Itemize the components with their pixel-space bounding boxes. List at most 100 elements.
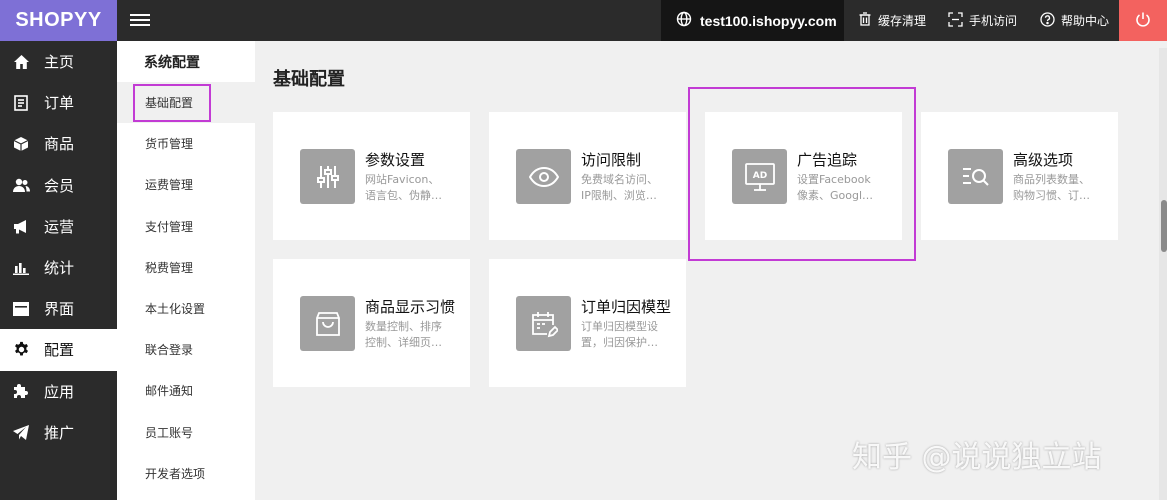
subnav-item-localization[interactable]: 本土化设置 <box>117 288 255 329</box>
card-desc-line: IP限制、浏览… <box>581 189 657 202</box>
card-desc-line: 置，归因保护… <box>581 336 658 349</box>
card-advanced-options[interactable]: 高级选项 商品列表数量、 购物习惯、订… <box>921 112 1118 240</box>
card-desc-line: 像素、Googl… <box>797 189 874 202</box>
nav-item-statistics[interactable]: 统计 <box>0 247 117 288</box>
card-desc-line: 购物习惯、订… <box>1013 189 1090 202</box>
globe-icon <box>676 11 692 30</box>
nav-item-settings[interactable]: 配置 <box>0 329 117 371</box>
layout-icon <box>12 300 30 318</box>
card-title: 商品显示习惯 <box>365 298 456 316</box>
nav-item-interface[interactable]: 界面 <box>0 288 117 329</box>
bar-chart-icon <box>12 259 30 277</box>
card-desc: 免费域名访问、 IP限制、浏览… <box>581 172 681 204</box>
eye-icon <box>516 149 571 204</box>
mobile-visit-label: 手机访问 <box>969 14 1018 28</box>
puzzle-icon <box>12 382 30 400</box>
card-desc-line: 网站Favicon、 <box>365 173 440 186</box>
card-access-restriction[interactable]: 访问限制 免费域名访问、 IP限制、浏览… <box>489 112 686 240</box>
order-icon <box>12 94 30 112</box>
clear-cache-label: 缓存清理 <box>878 14 927 28</box>
nav-item-members[interactable]: 会员 <box>0 165 117 206</box>
card-title: 高级选项 <box>1013 151 1074 169</box>
store-domain-link[interactable]: test100.ishopyy.com <box>661 0 844 41</box>
mobile-visit-link[interactable]: 手机访问 <box>948 0 1017 41</box>
card-order-attribution[interactable]: 订单归因模型 订单归因模型设 置，归因保护… <box>489 259 686 387</box>
box-icon <box>12 135 30 153</box>
card-desc: 网站Favicon、 语言包、伪静… <box>365 172 465 204</box>
subnav-item-social-login[interactable]: 联合登录 <box>117 329 255 370</box>
card-desc: 订单归因模型设 置，归因保护… <box>581 319 681 351</box>
card-desc-line: 数量控制、排序 <box>365 320 442 333</box>
card-parameter-settings[interactable]: 参数设置 网站Favicon、 语言包、伪静… <box>273 112 470 240</box>
main-nav: 主页 订单 商品 会员 运营 统计 界面 配置 应用 推广 <box>0 41 117 500</box>
trash-icon <box>858 12 872 29</box>
card-desc-line: 语言包、伪静… <box>365 189 442 202</box>
sub-nav: 系统配置 基础配置 货币管理 运费管理 支付管理 税费管理 本土化设置 联合登录… <box>117 41 255 500</box>
subnav-item-email[interactable]: 邮件通知 <box>117 370 255 411</box>
logout-button[interactable] <box>1119 0 1167 41</box>
scrollbar-thumb[interactable] <box>1161 200 1167 252</box>
users-icon <box>12 176 30 194</box>
nav-label: 商品 <box>44 135 75 154</box>
bag-icon <box>300 296 355 351</box>
nav-label: 配置 <box>44 341 75 360</box>
nav-label: 会员 <box>44 176 75 195</box>
subnav-item-shipping[interactable]: 运费管理 <box>117 164 255 205</box>
card-desc: 数量控制、排序 控制、详细页… <box>365 319 465 351</box>
nav-label: 应用 <box>44 382 75 401</box>
help-center-label: 帮助中心 <box>1061 14 1110 28</box>
subnav-item-payment[interactable]: 支付管理 <box>117 206 255 247</box>
nav-item-orders[interactable]: 订单 <box>0 82 117 123</box>
scrollbar-track[interactable] <box>1159 48 1167 500</box>
nav-label: 主页 <box>44 53 75 72</box>
card-title: 广告追踪 <box>797 151 858 169</box>
card-desc: 设置Facebook 像素、Googl… <box>797 172 897 204</box>
card-desc: 商品列表数量、 购物习惯、订… <box>1013 172 1113 204</box>
card-desc-line: 设置Facebook <box>797 173 871 186</box>
card-desc-line: 订单归因模型设 <box>581 320 658 333</box>
menu-toggle-icon[interactable] <box>130 11 150 31</box>
page-title: 基础配置 <box>273 69 345 90</box>
ad-icon: AD <box>732 149 787 204</box>
nav-label: 订单 <box>44 94 75 113</box>
nav-item-apps[interactable]: 应用 <box>0 371 117 412</box>
card-desc-line: 免费域名访问、 <box>581 173 658 186</box>
nav-label: 运营 <box>44 217 75 236</box>
clear-cache-link[interactable]: 缓存清理 <box>858 0 926 41</box>
top-bar: SHOPYY test100.ishopyy.com 缓存清理 手机访问 帮助中… <box>0 0 1167 41</box>
subnav-item-basic-config[interactable]: 基础配置 <box>117 82 255 124</box>
help-center-link[interactable]: 帮助中心 <box>1040 0 1109 41</box>
gear-icon <box>12 341 30 359</box>
nav-label: 界面 <box>44 300 75 319</box>
home-icon <box>12 53 30 71</box>
nav-item-home[interactable]: 主页 <box>0 41 117 82</box>
search-list-icon <box>948 149 1003 204</box>
power-icon <box>1135 11 1151 31</box>
sliders-icon <box>300 149 355 204</box>
watermark: 知乎 @说说独立站 <box>852 440 1102 475</box>
send-icon <box>12 423 30 441</box>
subnav-item-currency[interactable]: 货币管理 <box>117 123 255 164</box>
subnav-item-staff[interactable]: 员工账号 <box>117 412 255 453</box>
card-desc-line: 控制、详细页… <box>365 336 442 349</box>
nav-label: 统计 <box>44 259 75 278</box>
megaphone-icon <box>12 217 30 235</box>
mobile-icon <box>948 11 963 30</box>
subnav-title: 系统配置 <box>144 54 200 71</box>
nav-label: 推广 <box>44 423 75 442</box>
help-icon <box>1040 11 1055 30</box>
calendar-edit-icon <box>516 296 571 351</box>
nav-item-promotion[interactable]: 推广 <box>0 412 117 453</box>
logo[interactable]: SHOPYY <box>0 0 117 41</box>
card-title: 订单归因模型 <box>581 298 672 316</box>
nav-item-products[interactable]: 商品 <box>0 123 117 164</box>
card-product-display[interactable]: 商品显示习惯 数量控制、排序 控制、详细页… <box>273 259 470 387</box>
card-ad-tracking[interactable]: AD 广告追踪 设置Facebook 像素、Googl… <box>705 112 902 240</box>
domain-text: test100.ishopyy.com <box>700 12 837 29</box>
card-desc-line: 商品列表数量、 <box>1013 173 1090 186</box>
subnav-item-developer[interactable]: 开发者选项 <box>117 453 255 494</box>
card-title: 参数设置 <box>365 151 426 169</box>
svg-text:AD: AD <box>752 171 766 181</box>
subnav-item-tax[interactable]: 税费管理 <box>117 247 255 288</box>
nav-item-operations[interactable]: 运营 <box>0 206 117 247</box>
